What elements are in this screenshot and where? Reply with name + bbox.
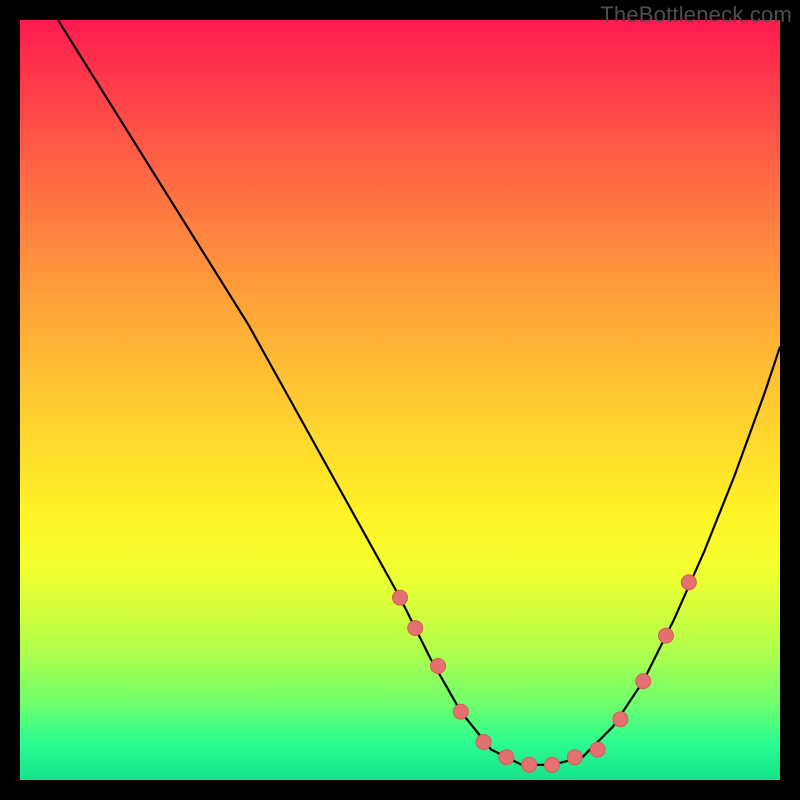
bottleneck-chart: [20, 20, 780, 780]
marker-point: [431, 659, 446, 674]
bottleneck-curve: [58, 20, 780, 765]
marker-point: [567, 750, 582, 765]
chart-frame: [20, 20, 780, 780]
marker-point: [499, 750, 514, 765]
marker-point: [476, 735, 491, 750]
marker-point: [590, 742, 605, 757]
marker-point: [613, 712, 628, 727]
watermark-text: TheBottleneck.com: [600, 2, 792, 28]
marker-point: [636, 674, 651, 689]
marker-point: [659, 628, 674, 643]
marker-point: [681, 575, 696, 590]
marker-point: [545, 757, 560, 772]
marker-point: [453, 704, 468, 719]
marker-point: [408, 621, 423, 636]
marker-point: [393, 590, 408, 605]
marker-group: [393, 575, 697, 772]
marker-point: [522, 757, 537, 772]
